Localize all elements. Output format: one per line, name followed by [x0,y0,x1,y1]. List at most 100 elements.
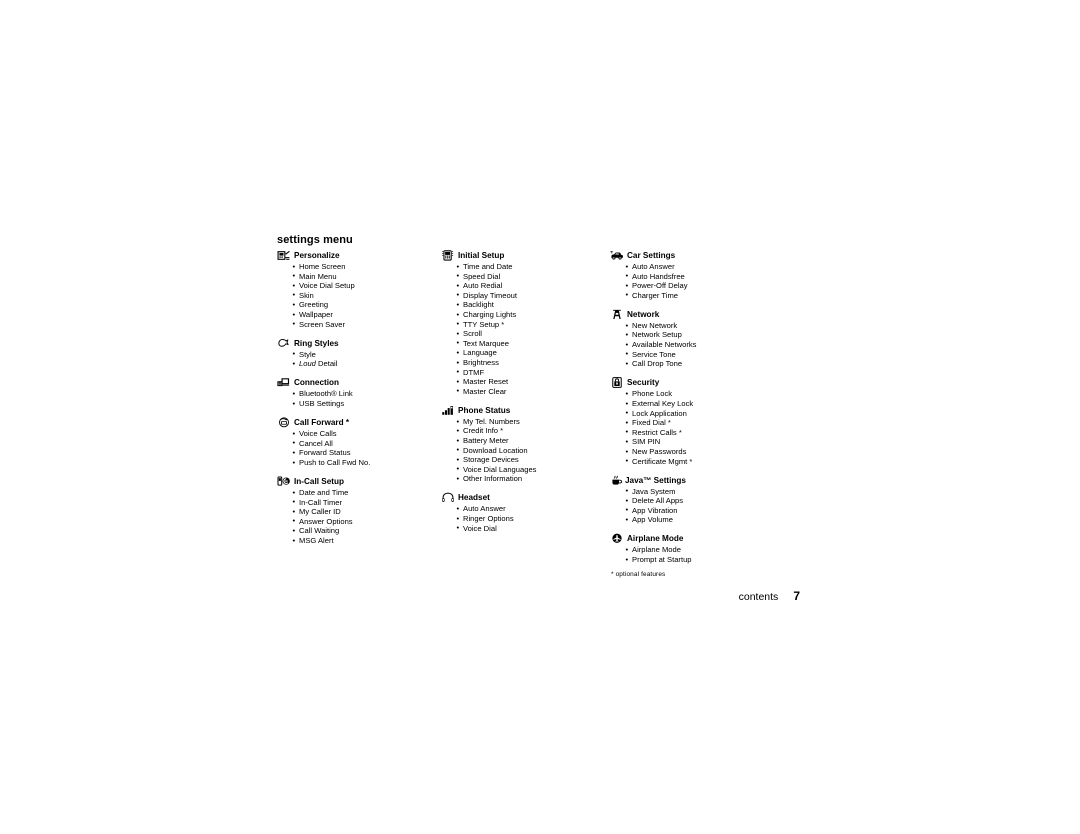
section-item: Auto Redial [457,281,606,291]
section-heading-label: Ring Styles [294,338,339,348]
section-item-list: Auto AnswerRinger OptionsVoice Dial [441,504,606,533]
section-heading: Connection [277,377,442,389]
section-item-list: StyleLoud Detail [277,349,442,369]
section-item: Phone Lock [626,389,775,399]
section-item-list: Phone LockExternal Key LockLock Applicat… [610,389,775,466]
section-item: Master Clear [457,386,606,397]
section-item: Loud Detail [293,359,442,369]
section-item: Skin [293,290,442,301]
optional-features-footnote: * optional features [611,571,666,578]
section-item: Forward Status [293,448,442,458]
section-heading-label: Headset [458,493,490,503]
section-heading-label: Airplane Mode [627,534,684,544]
section-item: Speed Dial [457,271,606,282]
section-heading-label: Car Settings [627,251,676,260]
section-item-list: Voice CallsCancel AllForward StatusPush … [277,429,442,467]
section-item: MSG Alert [293,536,442,546]
section-item: Auto Answer [457,504,606,514]
section-item: Lock Application [626,408,775,419]
section-heading: Headset [441,492,606,504]
section-item-list: Airplane ModePrompt at Startup [610,545,775,564]
section-heading: Call Forward * [277,417,442,429]
network-icon [610,309,624,320]
section-item: Answer Options [293,516,442,527]
section-item: Certificate Mgmt * [626,456,775,467]
section-item: Ringer Options [457,514,606,524]
page-title: settings menu [277,234,353,246]
menu-column-3: Car Settings Auto AnswerAuto HandsfreePow… [610,250,775,573]
section-item: Master Reset [457,377,606,387]
section-item: Delete All Apps [626,496,775,506]
section-item: Home Screen [293,262,442,272]
section-item: Airplane Mode [626,545,775,555]
section-item: TTY Setup * [457,319,606,330]
section-item: Auto Answer [626,262,775,272]
menu-column-2: Initial SetupTime and DateSpeed DialAuto… [441,250,606,542]
section-item: Service Tone [626,349,775,360]
java-settings-icon [610,475,624,486]
section-heading: Airplane Mode [610,533,775,545]
airplane-mode-icon [610,533,624,544]
in-call-setup-icon [277,476,291,487]
section-item: Main Menu [293,271,442,282]
settings-section: HeadsetAuto AnswerRinger OptionsVoice Di… [441,492,606,533]
section-item: Voice Calls [293,429,442,439]
settings-section: ConnectionBluetooth® LinkUSB Settings [277,377,442,408]
section-item: App Vibration [626,505,775,516]
section-item: Charging Lights [457,310,606,320]
ring-styles-icon [277,338,291,349]
section-item: Cancel All [293,438,442,449]
section-heading: In-Call Setup [277,476,442,488]
settings-section: Personalize Home ScreenMain MenuVoice Dia… [277,250,442,329]
section-item: Time and Date [457,262,606,272]
section-heading-label: Call Forward * [294,418,350,428]
folio-number: 7 [793,589,800,603]
security-icon [610,377,624,389]
section-item: Available Networks [626,340,775,350]
section-item: Voice Dial Languages [457,464,606,475]
settings-section: SecurityPhone LockExternal Key LockLock … [610,377,775,466]
page-folio: contents 7 [611,589,800,603]
settings-section: Java™ SettingsJava SystemDelete All Apps… [610,475,775,525]
settings-section: Ring StylesStyleLoud Detail [277,338,442,369]
settings-section: Car Settings Auto AnswerAuto HandsfreePow… [610,250,775,300]
phone-status-icon [441,405,455,416]
section-heading: Java™ Settings [610,475,775,487]
section-heading-label: In-Call Setup [294,476,345,486]
car-settings-icon [610,250,624,261]
connection-icon [277,377,291,388]
section-item: Text Marquee [457,338,606,349]
section-item: USB Settings [293,399,442,409]
section-heading-label: Network [627,309,660,319]
section-heading-label: Security [627,378,660,388]
headset-icon [441,492,455,503]
section-item: Network Setup [626,330,775,340]
section-item: Download Location [457,445,606,456]
section-heading: Security [610,377,775,389]
section-heading-label: Connection [294,378,340,388]
section-item-list: Java SystemDelete All AppsApp VibrationA… [610,486,775,525]
section-item: Auto Handsfree [626,271,775,282]
settings-section: Network New NetworkNetwork SetupAvailable… [610,309,775,369]
section-item: Backlight [457,300,606,310]
section-item: Date and Time [293,488,442,498]
section-heading: Ring Styles [277,338,442,350]
section-item: App Volume [626,515,775,525]
section-item: Restrict Calls * [626,427,775,438]
settings-section: Phone Status My Tel. NumbersCredit Info *… [441,405,606,484]
section-item: Voice Dial [457,523,606,534]
section-item: Charger Time [626,290,775,301]
menu-column-1: Personalize Home ScreenMain MenuVoice Dia… [277,250,442,554]
initial-setup-icon [441,250,455,261]
section-heading-label: Phone Status [458,405,511,415]
section-heading: Phone Status [441,405,606,417]
section-heading-label: Personalize [294,251,340,260]
section-item: My Tel. Numbers [457,417,606,427]
settings-section: Call Forward *Voice CallsCancel AllForwa… [277,417,442,467]
settings-section: In-Call SetupDate and TimeIn-Call TimerM… [277,476,442,546]
section-item: Credit Info * [457,426,606,436]
section-item: Fixed Dial * [626,418,775,428]
section-item: Greeting [293,300,442,310]
section-item-list: Auto AnswerAuto HandsfreePower-Off Delay… [610,262,775,300]
section-item-list: Bluetooth® LinkUSB Settings [277,389,442,408]
